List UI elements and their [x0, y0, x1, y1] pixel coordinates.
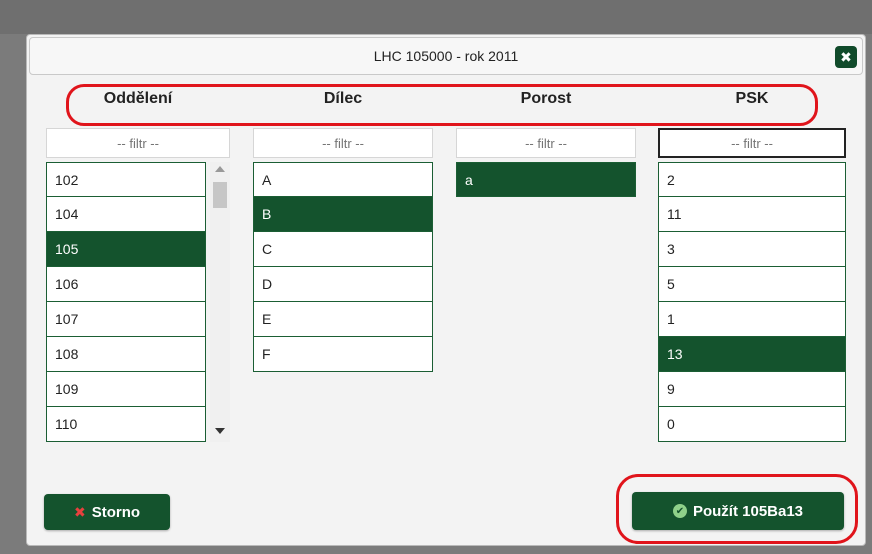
list-porost: a	[456, 162, 636, 197]
header-dilec: Dílec	[323, 90, 363, 107]
list-item-psk[interactable]: 9	[658, 372, 846, 407]
filter-porost[interactable]	[456, 128, 636, 158]
filter-psk[interactable]	[658, 128, 846, 158]
scroll-down-icon[interactable]	[215, 428, 225, 434]
cancel-label: Storno	[91, 503, 141, 521]
list-item-oddeleni[interactable]: 108	[46, 337, 206, 372]
header-psk: PSK	[735, 90, 769, 107]
header-porost: Porost	[520, 90, 572, 107]
dialog-titlebar: LHC 105000 - rok 2011 ✖	[29, 37, 863, 75]
list-item-oddeleni[interactable]: 109	[46, 372, 206, 407]
list-item-psk[interactable]: 3	[658, 232, 846, 267]
header-oddeleni: Oddělení	[103, 90, 173, 107]
list-item-oddeleni[interactable]: 107	[46, 302, 206, 337]
list-psk: 2 11 3 5 1 13 9 0	[658, 162, 846, 442]
apply-button[interactable]: ✔ Použít 105Ba13	[632, 492, 844, 530]
filter-oddeleni[interactable]	[46, 128, 230, 158]
scroll-thumb[interactable]	[213, 182, 227, 208]
close-icon[interactable]: ✖	[835, 46, 857, 68]
list-item-psk[interactable]: 11	[658, 197, 846, 232]
list-item-oddeleni[interactable]: 102	[46, 162, 206, 197]
list-item-dilec[interactable]: F	[253, 337, 433, 372]
list-dilec: ABCDEF	[253, 162, 433, 372]
list-item-dilec[interactable]: E	[253, 302, 433, 337]
list-item-psk[interactable]: 1	[658, 302, 846, 337]
list-item-dilec[interactable]: C	[253, 232, 433, 267]
list-item-oddeleni[interactable]: 110	[46, 407, 206, 442]
apply-label: Použít 105Ba13	[692, 502, 804, 520]
list-item-oddeleni[interactable]: 105	[46, 232, 206, 267]
list-item-dilec[interactable]: D	[253, 267, 433, 302]
list-oddeleni: 102 104 105 106 107 108 109 110	[46, 162, 206, 442]
x-icon: ✖	[73, 503, 86, 520]
list-item-oddeleni[interactable]: 104	[46, 197, 206, 232]
check-circle-icon: ✔	[672, 504, 687, 518]
list-item-psk[interactable]: 5	[658, 267, 846, 302]
cancel-button[interactable]: ✖ Storno	[44, 494, 170, 530]
list-item-psk[interactable]: 13	[658, 337, 846, 372]
list-item-dilec[interactable]: B	[253, 197, 433, 232]
list-item-oddeleni[interactable]: 106	[46, 267, 206, 302]
filter-dilec[interactable]	[253, 128, 433, 158]
dialog-title: LHC 105000 - rok 2011	[373, 48, 519, 64]
background-page	[0, 0, 872, 34]
list-item-psk[interactable]: 2	[658, 162, 846, 197]
scroll-up-icon[interactable]	[215, 166, 225, 172]
list-item-porost[interactable]: a	[456, 162, 636, 197]
list-item-psk[interactable]: 0	[658, 407, 846, 442]
list-item-dilec[interactable]: A	[253, 162, 433, 197]
scrollbar[interactable]	[210, 162, 230, 442]
